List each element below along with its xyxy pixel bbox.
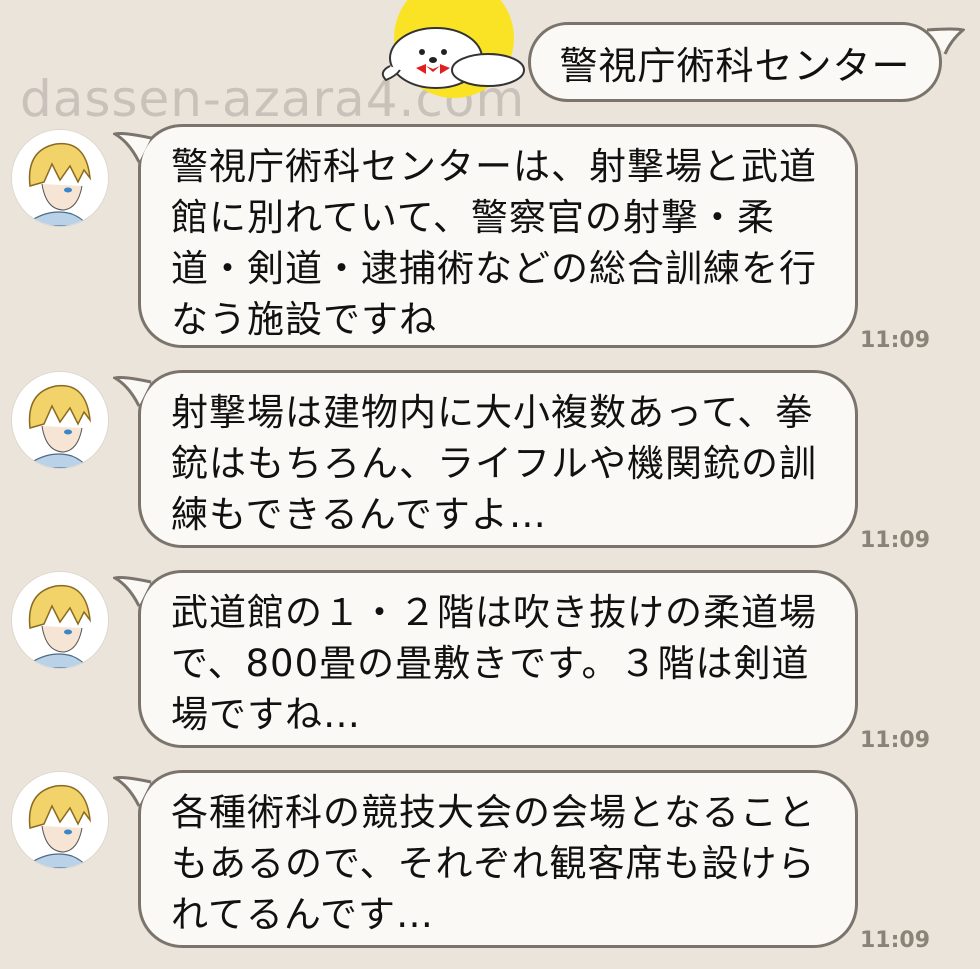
message-text: 各種術科の競技大会の会場となることもあるので、それぞれ観客席も設けられてるんです…	[171, 791, 816, 936]
message-bubble[interactable]: 武道館の１・２階は吹き抜けの柔道場で、800畳の畳敷きです。３階は剣道場ですね…	[138, 570, 858, 748]
message-timestamp: 11:09	[860, 728, 931, 753]
bubble-tail	[113, 376, 152, 407]
sent-message-text: 警視庁術科センター	[559, 43, 911, 88]
message-text: 射撃場は建物内に大小複数あって、拳銃はもちろん、ライフルや機関銃の訓練もできるん…	[171, 391, 817, 536]
message-timestamp: 11:09	[860, 928, 931, 953]
message-timestamp: 11:09	[860, 328, 931, 353]
message-timestamp: 11:09	[860, 528, 931, 553]
seal-mascot-icon	[381, 0, 525, 98]
message-text: 警視庁術科センターは、射撃場と武道館に別れていて、警察官の射撃・柔道・剣道・逮捕…	[171, 145, 817, 341]
message-bubble[interactable]: 各種術科の競技大会の会場となることもあるので、それぞれ観客席も設けられてるんです…	[138, 770, 858, 948]
message-bubble[interactable]: 射撃場は建物内に大小複数あって、拳銃はもちろん、ライフルや機関銃の訓練もできるん…	[138, 370, 858, 548]
message-text: 武道館の１・２階は吹き抜けの柔道場で、800畳の畳敷きです。３階は剣道場ですね…	[171, 591, 817, 736]
bubble-tail	[113, 776, 152, 807]
avatar-icon[interactable]	[12, 372, 108, 468]
avatar-icon[interactable]	[12, 130, 108, 226]
bubble-tail	[113, 576, 152, 607]
message-bubble[interactable]: 警視庁術科センターは、射撃場と武道館に別れていて、警察官の射撃・柔道・剣道・逮捕…	[138, 124, 858, 348]
bubble-tail	[113, 132, 152, 163]
avatar-icon[interactable]	[12, 772, 108, 868]
avatar-icon[interactable]	[12, 572, 108, 668]
sent-message-bubble[interactable]: 警視庁術科センター	[528, 22, 942, 102]
